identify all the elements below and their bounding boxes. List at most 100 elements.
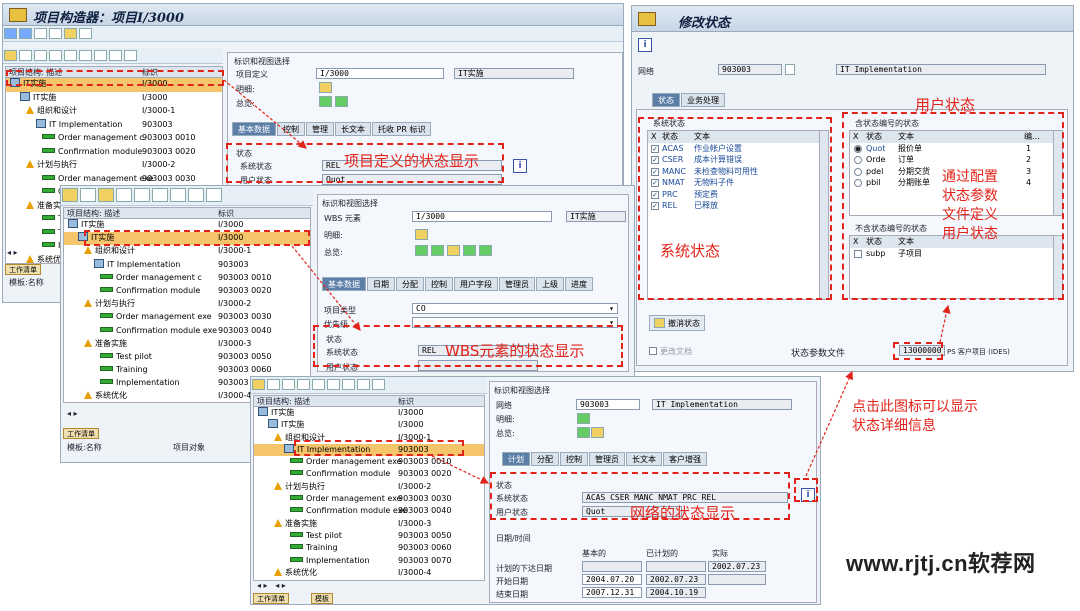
- tree-row[interactable]: Order management c 903003 0010: [64, 272, 310, 285]
- expand-icon[interactable]: [152, 188, 168, 202]
- end-basic-field[interactable]: 2007.12.31: [582, 587, 642, 598]
- overview-icon-1[interactable]: [415, 245, 428, 256]
- status-checkbox[interactable]: ✓: [651, 156, 659, 164]
- tab[interactable]: 管理: [306, 122, 334, 136]
- tab[interactable]: 托收 PR 标识: [372, 122, 432, 136]
- tab[interactable]: 基本数据: [232, 122, 276, 136]
- status-checkbox[interactable]: ✓: [651, 179, 659, 187]
- tree-row[interactable]: IT实施 I/3000: [254, 407, 484, 419]
- tree-row[interactable]: IT实施 I/3000: [6, 78, 222, 92]
- tree-row[interactable]: 系统优化 I/3000-4: [254, 567, 484, 579]
- tree-row[interactable]: IT Implementation 903003: [254, 443, 484, 457]
- worklist-tab[interactable]: 工作清单: [63, 428, 99, 439]
- scrollbar[interactable]: [1053, 131, 1062, 215]
- delete-icon[interactable]: [312, 379, 325, 390]
- scroll-arrows[interactable]: ◂ ▸: [7, 248, 18, 257]
- paste-icon[interactable]: [49, 50, 62, 61]
- tab[interactable]: 控制: [560, 452, 588, 466]
- tab[interactable]: 长文本: [335, 122, 371, 136]
- status-radio[interactable]: [854, 144, 862, 153]
- scrollbar[interactable]: [1053, 236, 1062, 298]
- project-type-select[interactable]: CO ▾: [412, 303, 618, 314]
- status-info-icon[interactable]: i: [513, 159, 527, 173]
- expand-icon[interactable]: [79, 50, 92, 61]
- tab[interactable]: 控制: [425, 277, 453, 291]
- tree-row[interactable]: Confirmation module 903003 0020: [6, 146, 222, 160]
- tree-row[interactable]: Order management exe 903003 0010: [254, 456, 484, 468]
- cut-icon[interactable]: [80, 188, 96, 202]
- overview-icon-2[interactable]: [431, 245, 444, 256]
- network-field[interactable]: 903003: [576, 399, 640, 410]
- tree-row[interactable]: Confirmation module 903003 0020: [254, 468, 484, 480]
- status-checkbox[interactable]: ✓: [651, 190, 659, 199]
- tab[interactable]: 上级: [536, 277, 564, 291]
- network-lookup-icon[interactable]: [785, 64, 795, 75]
- tree-row[interactable]: Confirmation module 903003 0020: [64, 285, 310, 298]
- change-docs-button[interactable]: 更改文档: [649, 346, 692, 357]
- other-icon[interactable]: [19, 28, 32, 39]
- worklist-tab[interactable]: 工作清单: [253, 593, 289, 604]
- layout-icon[interactable]: [34, 28, 47, 39]
- folder-icon[interactable]: [4, 50, 17, 61]
- tree-row[interactable]: IT Implementation 903003: [6, 118, 222, 133]
- filter-icon[interactable]: [357, 379, 370, 390]
- tree-row[interactable]: 组织和设计 I/3000-1: [254, 432, 484, 444]
- delete-icon[interactable]: [64, 50, 77, 61]
- tab[interactable]: 状态: [652, 93, 680, 107]
- settings-icon[interactable]: [64, 28, 77, 39]
- cut-icon[interactable]: [19, 50, 32, 61]
- tree-row[interactable]: 计划与执行 I/3000-2: [64, 298, 310, 311]
- status-radio[interactable]: [854, 179, 862, 187]
- overview-icon-2[interactable]: [591, 427, 604, 438]
- tree-row[interactable]: 计划与执行 I/3000-2: [254, 481, 484, 493]
- folder-icon[interactable]: [252, 379, 265, 390]
- tree-row[interactable]: 准备实施 I/3000-3: [254, 518, 484, 530]
- status-info-icon[interactable]: i: [801, 488, 815, 502]
- tree-row[interactable]: IT Implementation 903003: [64, 258, 310, 272]
- tree-row[interactable]: IT实施 I/3000: [6, 91, 222, 106]
- tree-row[interactable]: Order management exe 903003 0030: [64, 311, 310, 324]
- project-def-field[interactable]: I/3000: [316, 68, 444, 79]
- tree-row[interactable]: 准备实施 I/3000-3: [64, 338, 310, 351]
- start-basic-field[interactable]: 2004.07.20: [582, 574, 642, 585]
- overview-icon[interactable]: [319, 96, 332, 107]
- status-checkbox[interactable]: ✓: [651, 202, 659, 210]
- info-icon[interactable]: i: [638, 38, 652, 52]
- tab[interactable]: 用户字段: [454, 277, 498, 291]
- tree-row[interactable]: Order management c 903003 0010: [6, 132, 222, 146]
- expand-icon[interactable]: [327, 379, 340, 390]
- tab[interactable]: 控制: [277, 122, 305, 136]
- tree-row[interactable]: Order management exe 903003 0030: [254, 493, 484, 505]
- overview-icon-4[interactable]: [463, 245, 476, 256]
- collapse-icon[interactable]: [170, 188, 186, 202]
- tree-row[interactable]: Test pilot 903003 0050: [254, 530, 484, 542]
- collapse-icon[interactable]: [94, 50, 107, 61]
- tree-row[interactable]: 计划与执行 I/3000-2: [6, 159, 222, 173]
- folder-icon[interactable]: [62, 188, 78, 202]
- tab[interactable]: 计划: [502, 452, 530, 466]
- copy-icon[interactable]: [282, 379, 295, 390]
- tab[interactable]: 业务处理: [681, 93, 725, 107]
- tree-row[interactable]: IT实施 I/3000: [254, 419, 484, 431]
- find-icon[interactable]: [206, 188, 222, 202]
- tree-row[interactable]: IT实施 I/3000: [64, 232, 310, 246]
- tree-row[interactable]: 组织和设计 I/3000-1: [6, 105, 222, 119]
- tree-row[interactable]: IT实施 I/3000: [64, 219, 310, 232]
- tree-row[interactable]: Confirmation module exe903003 0040: [254, 505, 484, 517]
- tree-row[interactable]: Test pilot 903003 0050: [64, 351, 310, 364]
- find-icon[interactable]: [124, 50, 137, 61]
- template-tab[interactable]: 模板: [311, 593, 333, 604]
- collapse-icon[interactable]: [342, 379, 355, 390]
- detail-icon[interactable]: [577, 413, 590, 424]
- detail-icon[interactable]: [319, 82, 332, 93]
- tab[interactable]: 分配: [396, 277, 424, 291]
- status-checkbox[interactable]: ✓: [651, 144, 659, 153]
- paste-icon[interactable]: [116, 188, 132, 202]
- status-checkbox[interactable]: [854, 249, 862, 258]
- overview-icon-1[interactable]: [577, 427, 590, 438]
- filter-icon[interactable]: [109, 50, 122, 61]
- tab[interactable]: 管理员: [589, 452, 625, 466]
- tab[interactable]: 客户增强: [663, 452, 707, 466]
- tab[interactable]: 基本数据: [322, 277, 366, 291]
- scroll-arrows[interactable]: ◂ ▸ ◂ ▸: [257, 581, 286, 590]
